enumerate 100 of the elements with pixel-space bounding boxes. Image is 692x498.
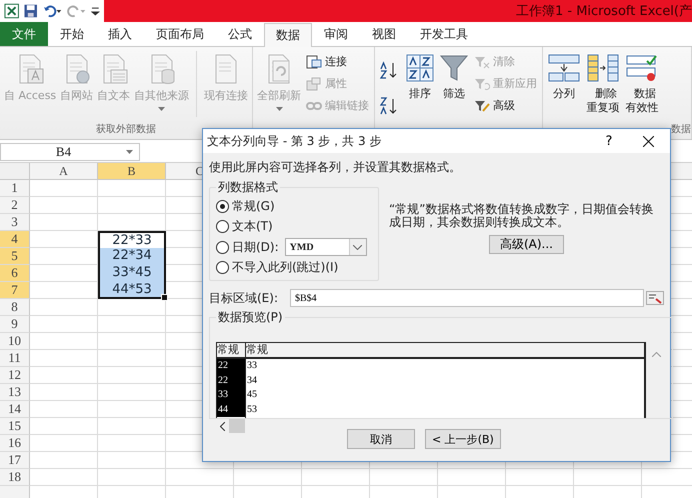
sheet-cell[interactable]: [98, 180, 166, 197]
ribbon-tab[interactable]: 视图: [360, 22, 408, 46]
row-header[interactable]: 6: [0, 265, 30, 282]
ribbon-tab[interactable]: 数据: [264, 23, 312, 47]
sheet-cell[interactable]: [30, 180, 98, 197]
row-header[interactable]: 12: [0, 367, 30, 384]
sheet-cell[interactable]: [98, 401, 166, 418]
sheet-cell[interactable]: [98, 435, 166, 452]
sheet-cell[interactable]: [30, 418, 98, 435]
dialog-button[interactable]: < 上一步(B): [425, 429, 501, 449]
sheet-cell[interactable]: [30, 452, 98, 469]
dialog-button[interactable]: 取消: [347, 429, 415, 449]
sheet-cell[interactable]: [506, 469, 574, 486]
sheet-cell[interactable]: [98, 452, 166, 469]
row-header[interactable]: 8: [0, 299, 30, 316]
row-header[interactable]: [0, 486, 30, 498]
row-header[interactable]: 17: [0, 452, 30, 469]
sheet-cell[interactable]: [98, 367, 166, 384]
range-picker-icon[interactable]: [646, 291, 664, 305]
radio-option[interactable]: 文本(T): [216, 218, 273, 235]
save-icon[interactable]: [24, 4, 38, 18]
ribbon-button[interactable]: 排序: [404, 51, 436, 103]
sheet-cell[interactable]: [574, 469, 642, 486]
ribbon-tab[interactable]: 审阅: [312, 22, 360, 46]
row-header[interactable]: 2: [0, 197, 30, 214]
sheet-cell[interactable]: [30, 435, 98, 452]
sheet-cell[interactable]: [30, 214, 98, 231]
preview-header[interactable]: 常规: [246, 343, 644, 359]
sheet-cell[interactable]: [30, 316, 98, 333]
sheet-cell[interactable]: [30, 469, 98, 486]
sheet-cell[interactable]: [234, 469, 302, 486]
radio-option[interactable]: 常规(G): [216, 198, 275, 215]
row-header[interactable]: 13: [0, 384, 30, 401]
column-header[interactable]: A: [30, 163, 98, 180]
sheet-cell[interactable]: [302, 469, 370, 486]
advanced-button[interactable]: 高级(A)...: [488, 235, 564, 254]
scroll-left-icon[interactable]: [220, 422, 225, 430]
ribbon-button[interactable]: 连接: [304, 53, 372, 70]
ribbon-button[interactable]: 删除重复项: [584, 51, 622, 117]
row-header[interactable]: 4: [0, 231, 30, 248]
sheet-cell[interactable]: [30, 350, 98, 367]
file-tab[interactable]: 文件: [0, 22, 48, 46]
spreadsheet-app-icon[interactable]: [4, 3, 20, 19]
row-header[interactable]: 18: [0, 469, 30, 486]
sheet-cell[interactable]: [98, 316, 166, 333]
undo-icon[interactable]: [42, 4, 62, 18]
help-button[interactable]: ?: [592, 132, 626, 150]
ribbon-button[interactable]: 分列: [546, 51, 582, 103]
row-header[interactable]: 11: [0, 350, 30, 367]
sheet-cell[interactable]: [98, 384, 166, 401]
row-header[interactable]: 5: [0, 248, 30, 265]
redo-icon[interactable]: [67, 4, 86, 18]
sheet-cell[interactable]: [30, 367, 98, 384]
scroll-up-icon[interactable]: [652, 352, 660, 357]
sheet-cell[interactable]: [30, 299, 98, 316]
sheet-cell[interactable]: [30, 197, 98, 214]
sheet-cell[interactable]: [166, 469, 234, 486]
ribbon-button[interactable]: 高级: [472, 97, 540, 114]
ribbon-tab[interactable]: 页面布局: [144, 22, 216, 46]
sheet-cell[interactable]: 22*33: [98, 231, 166, 248]
sheet-cell[interactable]: 22*34: [98, 248, 166, 265]
sheet-cell[interactable]: [30, 384, 98, 401]
row-header[interactable]: 14: [0, 401, 30, 418]
row-header[interactable]: 1: [0, 180, 30, 197]
row-header[interactable]: 7: [0, 282, 30, 299]
preview-header[interactable]: 常规: [217, 343, 245, 359]
sheet-cell[interactable]: 33*45: [98, 265, 166, 282]
destination-field[interactable]: $B$4: [290, 289, 644, 307]
scrollbar-thumb[interactable]: [229, 419, 245, 433]
group-label: 数据: [671, 123, 691, 137]
sheet-cell[interactable]: [30, 401, 98, 418]
sheet-cell[interactable]: [370, 469, 438, 486]
sheet-cell[interactable]: [438, 469, 506, 486]
ribbon-button[interactable]: 筛选: [438, 51, 470, 103]
sheet-cell[interactable]: [30, 333, 98, 350]
row-header[interactable]: 3: [0, 214, 30, 231]
fill-handle[interactable]: [161, 294, 168, 301]
sheet-cell[interactable]: [98, 197, 166, 214]
name-box[interactable]: B4: [0, 143, 140, 161]
ribbon-tab[interactable]: 公式: [216, 22, 264, 46]
preview-cell: 33: [217, 388, 245, 402]
row-header[interactable]: 16: [0, 435, 30, 452]
column-header[interactable]: B: [98, 163, 166, 180]
ribbon-button[interactable]: 数据有效性: [623, 51, 661, 117]
date-format-select[interactable]: YMD: [284, 238, 367, 256]
radio-option[interactable]: 日期(D):: [216, 238, 279, 256]
ribbon-tab[interactable]: 插入: [96, 22, 144, 46]
sheet-cell[interactable]: [98, 299, 166, 316]
sheet-cell[interactable]: [98, 350, 166, 367]
ribbon-tab[interactable]: 开发工具: [408, 22, 480, 46]
select-all-corner[interactable]: [0, 163, 30, 180]
sheet-cell[interactable]: [98, 418, 166, 435]
ribbon-tab[interactable]: 开始: [48, 22, 96, 46]
row-header[interactable]: 15: [0, 418, 30, 435]
row-header[interactable]: 10: [0, 333, 30, 350]
sheet-cell[interactable]: [98, 469, 166, 486]
radio-option[interactable]: 不导入此列(跳过)(I): [216, 259, 338, 276]
sheet-cell[interactable]: 44*53: [98, 282, 166, 299]
sheet-cell[interactable]: [98, 333, 166, 350]
row-header[interactable]: 9: [0, 316, 30, 333]
